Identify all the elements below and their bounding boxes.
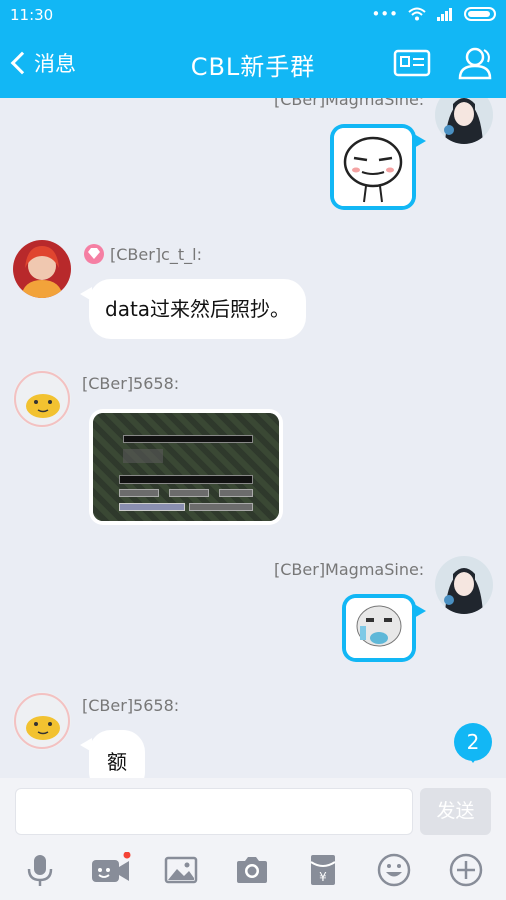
avatar[interactable] bbox=[13, 692, 71, 750]
message-input[interactable] bbox=[15, 788, 413, 835]
avatar[interactable] bbox=[435, 98, 493, 144]
image-message[interactable] bbox=[89, 409, 283, 525]
microphone-icon[interactable] bbox=[22, 852, 58, 888]
composer-toolbar: ¥ bbox=[0, 848, 506, 892]
message-text: data过来然后照抄。 bbox=[105, 297, 291, 321]
image-icon[interactable] bbox=[163, 852, 199, 888]
avatar[interactable] bbox=[13, 370, 71, 428]
video-call-icon[interactable] bbox=[91, 852, 131, 888]
red-packet-icon[interactable]: ¥ bbox=[305, 852, 341, 888]
battery-icon bbox=[464, 7, 496, 21]
chat-area[interactable]: [CBer]MagmaSine: [CBer]c_t_l: data过来然后照抄… bbox=[0, 98, 506, 778]
smug-face-sticker bbox=[334, 128, 412, 206]
signal-icon bbox=[437, 8, 452, 21]
svg-text:¥: ¥ bbox=[319, 870, 327, 884]
crying-face-sticker bbox=[346, 598, 412, 658]
sender-name: [CBer]5658: bbox=[82, 696, 180, 715]
group-members-icon[interactable] bbox=[456, 46, 494, 80]
send-button[interactable]: 发送 bbox=[420, 788, 491, 835]
camera-icon[interactable] bbox=[234, 852, 270, 888]
composer: 发送 ¥ bbox=[0, 778, 506, 900]
plus-icon[interactable] bbox=[448, 852, 484, 888]
sender-name: [CBer]MagmaSine: bbox=[274, 560, 425, 579]
message-text: 额 bbox=[107, 750, 127, 774]
status-icons: ••• bbox=[371, 5, 496, 23]
text-message[interactable]: 额 bbox=[80, 730, 145, 778]
sticker-message[interactable] bbox=[330, 124, 426, 210]
status-bar: 11:30 ••• bbox=[0, 0, 506, 30]
notification-dot bbox=[123, 852, 131, 859]
sender-name: [CBer]5658: bbox=[82, 374, 180, 393]
sender-name: [CBer]MagmaSine: bbox=[274, 98, 425, 109]
group-profile-card-icon[interactable] bbox=[393, 46, 431, 80]
sticker-message[interactable] bbox=[342, 594, 426, 662]
screenshot-thumbnail bbox=[93, 413, 279, 521]
avatar[interactable] bbox=[435, 556, 493, 614]
wifi-icon bbox=[408, 7, 426, 21]
unread-count-badge[interactable]: 2 bbox=[454, 723, 492, 763]
text-message[interactable]: data过来然后照抄。 bbox=[79, 279, 307, 339]
status-time: 11:30 bbox=[10, 6, 54, 24]
title-bar: 消息 CBL新手群 bbox=[0, 30, 506, 98]
emoji-icon[interactable] bbox=[376, 852, 412, 888]
more-dots-icon: ••• bbox=[371, 5, 398, 23]
sender-name: [CBer]c_t_l: bbox=[110, 245, 202, 264]
member-level-badge-icon bbox=[84, 244, 104, 264]
avatar[interactable] bbox=[13, 240, 71, 298]
